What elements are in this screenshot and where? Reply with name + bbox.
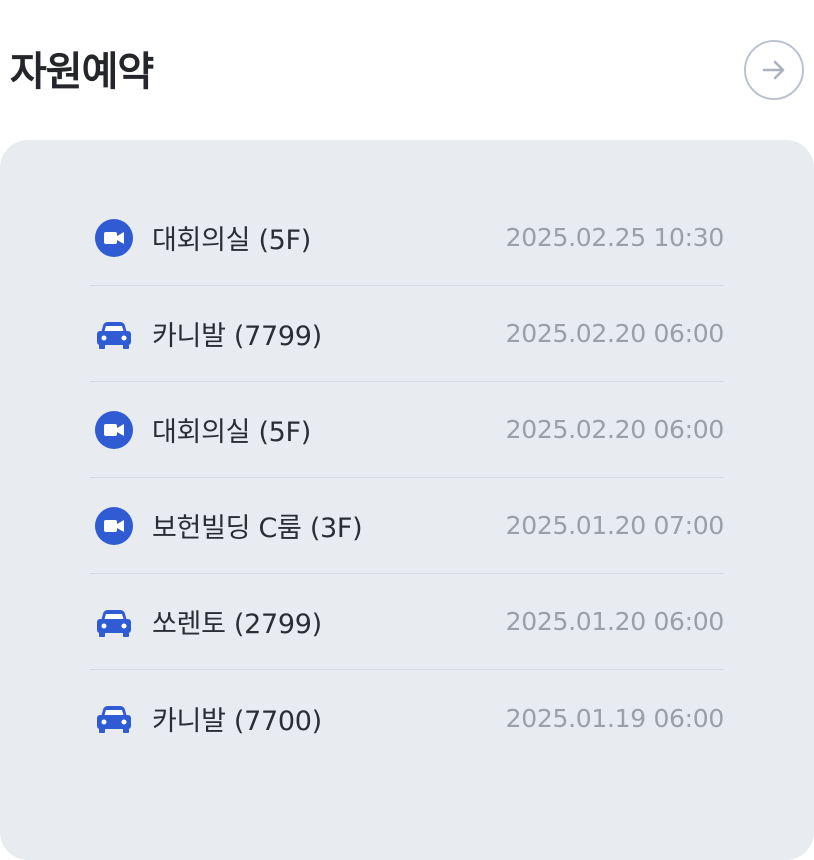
reservation-name: 대회의실 (5F) xyxy=(152,225,312,256)
reservation-item[interactable]: 쏘렌토 (2799) 2025.01.20 06:00 xyxy=(90,574,724,670)
car-icon xyxy=(94,602,134,642)
reservation-name: 대회의실 (5F) xyxy=(152,417,312,448)
reservation-item[interactable]: 대회의실 (5F) 2025.02.25 10:30 xyxy=(90,190,724,286)
video-camera-icon xyxy=(94,506,134,546)
more-button[interactable] xyxy=(744,40,804,100)
widget-title: 자원예약 xyxy=(10,49,154,95)
reservation-datetime: 2025.02.20 06:00 xyxy=(505,415,725,444)
reservation-item[interactable]: 카니발 (7799) 2025.02.20 06:00 xyxy=(90,286,724,382)
reservation-panel: 대회의실 (5F) 2025.02.25 10:30 카니발 (7799) 20… xyxy=(0,140,814,860)
video-camera-icon xyxy=(94,218,134,258)
reservation-datetime: 2025.01.20 06:00 xyxy=(505,607,725,636)
arrow-right-icon xyxy=(760,56,788,84)
reservation-name: 쏘렌토 (2799) xyxy=(152,609,322,640)
reservation-name: 카니발 (7700) xyxy=(152,705,322,737)
reservation-name: 보헌빌딩 C룸 (3F) xyxy=(152,513,363,544)
reservation-item[interactable]: 보헌빌딩 C룸 (3F) 2025.01.20 07:00 xyxy=(90,478,724,574)
reservation-datetime: 2025.02.20 06:00 xyxy=(505,319,725,348)
widget-header: 자원예약 xyxy=(0,0,814,140)
car-icon xyxy=(94,314,134,354)
reservation-item[interactable]: 대회의실 (5F) 2025.02.20 06:00 xyxy=(90,382,724,478)
reservation-datetime: 2025.02.25 10:30 xyxy=(505,223,725,252)
reservation-datetime: 2025.01.19 06:00 xyxy=(505,703,725,733)
reservation-name: 카니발 (7799) xyxy=(152,321,322,352)
reservation-datetime: 2025.01.20 07:00 xyxy=(505,511,725,540)
reservation-item[interactable]: 카니발 (7700) 2025.01.19 06:00 xyxy=(90,670,724,766)
video-camera-icon xyxy=(94,410,134,450)
car-icon xyxy=(94,698,134,738)
reservation-list: 대회의실 (5F) 2025.02.25 10:30 카니발 (7799) 20… xyxy=(90,190,724,766)
